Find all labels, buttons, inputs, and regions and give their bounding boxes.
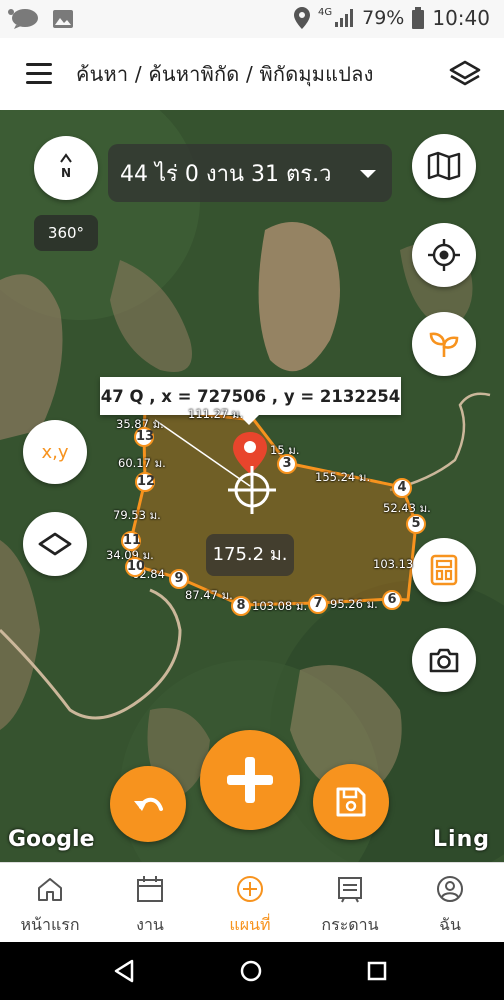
home-circle-icon[interactable] [236, 956, 266, 986]
breadcrumb: ค้นหา / ค้นหาพิกัด / พิกัดมุมแปลง [76, 62, 374, 86]
vertex-marker[interactable]: 8 [231, 596, 251, 616]
compass-arrow-icon [60, 153, 72, 163]
plus-circle-icon [237, 876, 263, 902]
system-navigation-bar [0, 942, 504, 1000]
distance-label: 111.27 ม. [188, 407, 244, 421]
plant-icon [429, 332, 459, 357]
recent-apps-icon[interactable] [362, 956, 392, 986]
undo-button[interactable] [110, 766, 186, 842]
save-button[interactable] [313, 764, 389, 840]
layers-icon[interactable] [448, 58, 482, 92]
map-view[interactable]: N 360° 44 ไร่ 0 งาน 31 ตร.ว x,y 47 Q , x… [0, 110, 504, 862]
gallery-notification-icon [53, 10, 73, 28]
vertex-marker[interactable]: 12 [135, 472, 155, 492]
nav-label: ฉัน [439, 915, 461, 934]
map-icon [427, 151, 461, 181]
app-root: 4G 79% 10:40 ค้นหา / ค้นหาพิกัด / พิกัดม… [0, 0, 504, 1000]
compass-label: N [60, 166, 72, 180]
plant-button[interactable] [412, 312, 476, 376]
vertex-marker[interactable]: 6 [382, 590, 402, 610]
nav-label: งาน [136, 915, 164, 934]
vertex-marker[interactable]: 5 [406, 514, 426, 534]
undo-icon [134, 797, 163, 811]
calculator-button[interactable] [412, 538, 476, 602]
distance-label: 79.53 ม. [113, 508, 161, 522]
distance-label: 60.17 ม. [118, 456, 166, 470]
network-type: 4G [318, 6, 333, 18]
calendar-icon [137, 876, 163, 902]
area-dropdown[interactable]: 44 ไร่ 0 งาน 31 ตร.ว [108, 144, 392, 202]
nav-label: แผนที่ [229, 915, 271, 934]
board-icon [338, 877, 362, 903]
nav-label: หน้าแรก [20, 915, 80, 934]
polygon-shape-icon [38, 532, 72, 556]
signal-icon [335, 9, 354, 27]
my-location-button[interactable] [412, 223, 476, 287]
chevron-down-icon [360, 170, 376, 178]
camera-button[interactable] [412, 628, 476, 692]
nav-profile[interactable]: ฉัน [400, 863, 500, 943]
location-icon [294, 7, 310, 29]
nav-tasks[interactable]: งาน [100, 863, 200, 943]
distance-label: 95.26 ม. [330, 597, 378, 611]
distance-label: 52.43 ม. [383, 501, 431, 515]
nav-home[interactable]: หน้าแรก [0, 863, 100, 943]
shape-button[interactable] [23, 512, 87, 576]
center-distance-readout: 175.2 ม. [206, 534, 294, 576]
app-header: ค้นหา / ค้นหาพิกัด / พิกัดมุมแปลง [0, 38, 504, 110]
vertex-marker[interactable]: 9 [169, 569, 189, 589]
nav-map[interactable]: แผนที่ [200, 863, 300, 943]
distance-label: 155.24 ม. [315, 470, 371, 484]
compass-button[interactable]: N [34, 136, 98, 200]
nav-label: กระดาน [321, 915, 379, 934]
vertex-marker[interactable]: 10 [125, 557, 145, 577]
xy-label: x,y [41, 441, 69, 463]
vertex-marker[interactable]: 7 [308, 594, 328, 614]
line-notification-icon [8, 9, 38, 29]
distance-label: 103.13 [373, 557, 414, 571]
calculator-icon [430, 554, 458, 586]
vertex-marker[interactable]: 4 [392, 478, 412, 498]
crosshair-icon [228, 466, 276, 514]
battery-percent: 79% [362, 7, 405, 29]
area-value: 44 ไร่ 0 งาน 31 ตร.ว [120, 161, 332, 187]
brand-watermark: Ling [433, 827, 490, 852]
distance-label: 87.47 ม. [185, 588, 233, 602]
nav-board[interactable]: กระดาน [300, 863, 400, 943]
bottom-navigation: หน้าแรก งาน แผนที่ กระดาน ฉัน [0, 862, 504, 942]
clock: 10:40 [432, 6, 490, 30]
plus-icon [227, 757, 273, 803]
coordinate-input-button[interactable]: x,y [23, 420, 87, 484]
add-point-button[interactable] [200, 730, 300, 830]
save-icon [336, 787, 366, 817]
back-icon[interactable] [110, 956, 140, 986]
camera-icon [429, 648, 459, 673]
hamburger-icon[interactable] [26, 63, 52, 85]
distance-label: 103.08 ม. [252, 599, 308, 613]
coordinate-banner: 47 Q , x = 727506 , y = 2132254 [100, 377, 401, 425]
google-attribution: Google [8, 827, 95, 852]
gps-target-icon [428, 239, 460, 271]
vertex-marker[interactable]: 3 [277, 454, 297, 474]
status-bar: 4G 79% 10:40 [0, 0, 504, 38]
vertex-marker[interactable]: 11 [121, 531, 141, 551]
user-icon [437, 876, 463, 902]
heading-readout: 360° [34, 215, 98, 251]
map-type-button[interactable] [412, 134, 476, 198]
home-icon [38, 878, 62, 901]
vertex-marker[interactable]: 13 [134, 427, 154, 447]
battery-icon [412, 7, 425, 29]
